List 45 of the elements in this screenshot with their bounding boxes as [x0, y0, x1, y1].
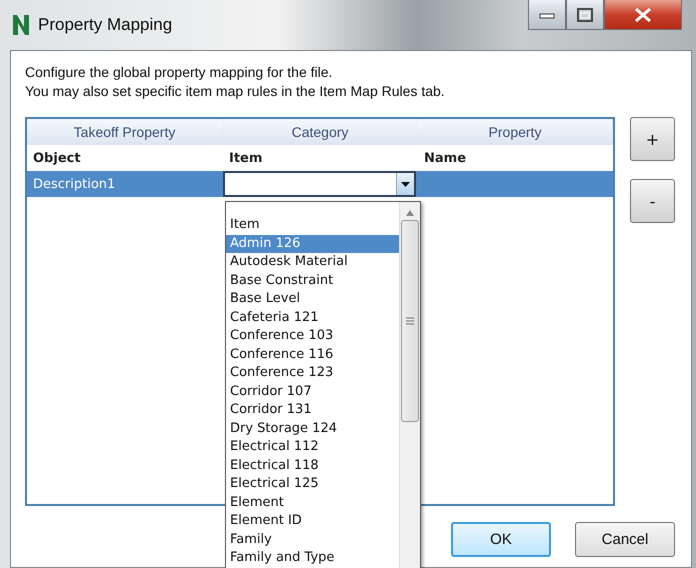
dropdown-option[interactable]: Element — [226, 494, 399, 512]
dropdown-option[interactable]: Electrical 125 — [226, 475, 399, 494]
minimize-icon — [539, 10, 555, 18]
maximize-icon — [577, 8, 593, 22]
dropdown-option[interactable]: Dry Storage 124 — [226, 420, 399, 438]
table-row[interactable]: Description1 — [27, 171, 613, 197]
dropdown-option[interactable]: Base Level — [226, 290, 399, 308]
cancel-button[interactable]: Cancel — [575, 522, 675, 557]
category-dropdown[interactable] — [223, 171, 416, 197]
dropdown-option[interactable]: Electrical 112 — [226, 438, 399, 456]
instruction-text: You may also set specific item map rules in the Item Map Rules tab. — [25, 82, 446, 101]
dropdown-option[interactable]: Base Constraint — [226, 272, 399, 290]
dropdown-option[interactable]: Admin 126 — [226, 234, 399, 253]
dropdown-option[interactable]: Cafeteria 121 — [226, 308, 399, 327]
scrollbar[interactable] — [399, 202, 420, 568]
column-header[interactable]: Property — [418, 119, 613, 145]
table-cell-text: Item — [228, 150, 264, 166]
scroll-thumb[interactable] — [401, 220, 419, 422]
window-title: Property Mapping — [38, 15, 172, 35]
dropdown-option[interactable]: Family — [226, 530, 399, 549]
dropdown-option[interactable]: Corridor 131 — [226, 401, 399, 420]
maximize-button[interactable] — [566, 0, 604, 30]
dropdown-option[interactable]: Family and Type — [226, 549, 399, 568]
table-cell-text: Description1 — [32, 176, 116, 192]
dropdown-option[interactable]: Corridor 107 — [226, 382, 399, 401]
close-icon — [634, 6, 652, 22]
dropdown-option[interactable]: Conference 103 — [226, 327, 399, 346]
close-button[interactable] — [604, 0, 682, 30]
table-cell-text: Object — [32, 150, 82, 166]
table-cell-text: Name — [423, 150, 468, 166]
dropdown-option[interactable]: Item — [226, 216, 399, 234]
column-header[interactable]: Takeoff Property — [27, 119, 223, 145]
dropdown-option[interactable]: Electrical 118 — [226, 456, 399, 475]
ok-button[interactable]: OK — [451, 522, 551, 557]
dropdown-option[interactable]: Conference 116 — [226, 346, 399, 364]
dropdown-option[interactable]: Conference 123 — [226, 364, 399, 382]
app-logo-icon — [12, 14, 30, 36]
instruction-text: Configure the global property mapping for the file. — [25, 63, 334, 82]
minimize-button[interactable] — [528, 0, 566, 30]
scroll-up-icon[interactable] — [406, 210, 414, 216]
dropdown-option[interactable]: Element ID — [226, 512, 399, 530]
add-button[interactable]: + — [630, 117, 675, 161]
column-header[interactable]: Category — [223, 119, 418, 145]
remove-button[interactable]: - — [630, 179, 675, 223]
dropdown-option[interactable]: Autodesk Material — [226, 253, 399, 272]
